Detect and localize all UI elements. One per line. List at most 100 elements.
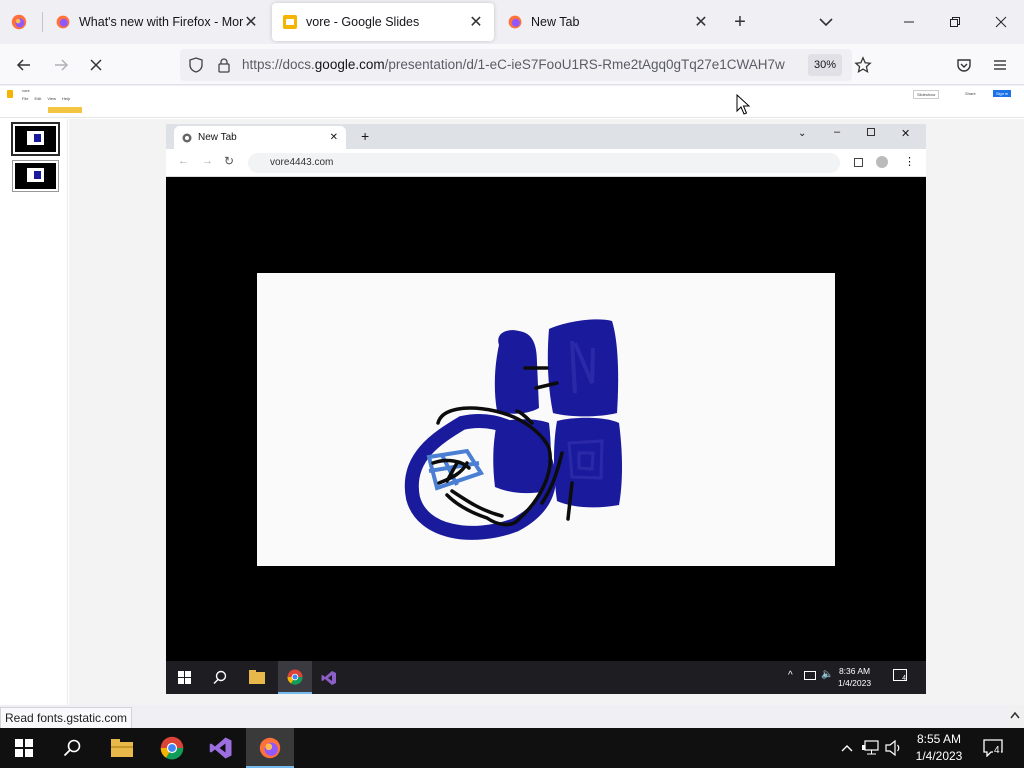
windows-taskbar: 8:55 AM 1/4/2023 4 — [0, 728, 1024, 768]
firefox-view-icon[interactable] — [10, 13, 28, 31]
tab-title: What's new with Firefox - More — [79, 15, 243, 29]
search-icon — [63, 739, 81, 757]
minimize-button[interactable] — [886, 0, 932, 44]
current-slide[interactable]: New Tab ✕ + ⌄ – ✕ ← → ↻ vore4443.com ⋮ ^… — [166, 124, 926, 694]
slide-chrome-restore-icon — [867, 128, 875, 136]
chrome-favicon-icon — [182, 133, 192, 142]
back-arrow-icon — [16, 59, 30, 71]
clock-date: 1/4/2023 — [915, 749, 963, 763]
scroll-up-arrow-icon — [1010, 711, 1020, 719]
slides-header: vore File Edit View Help Slideshow Share… — [0, 86, 1024, 118]
tab-google-slides[interactable]: vore - Google Slides ✕ — [272, 3, 494, 41]
slide-clock: 8:36 AM 1/4/2023 — [838, 665, 871, 689]
thumbnail-logo — [34, 134, 41, 142]
doc-title[interactable]: vore — [22, 88, 30, 93]
menu-file[interactable]: File — [22, 96, 28, 101]
slide-windows-start-icon — [178, 671, 191, 684]
slides-logo-icon[interactable] — [7, 90, 13, 98]
sign-in-button[interactable]: Sign in — [993, 90, 1012, 97]
slideshow-button[interactable]: Slideshow — [913, 90, 940, 99]
close-tab-icon[interactable]: ✕ — [693, 12, 709, 32]
slide-chrome-close-tab-icon: ✕ — [329, 132, 338, 143]
volume-button[interactable] — [885, 739, 903, 757]
hamburger-menu-icon — [994, 60, 1006, 70]
file-explorer-icon — [111, 739, 133, 757]
volume-icon — [885, 740, 900, 756]
visual-studio-taskbar-button[interactable] — [197, 728, 245, 768]
slide-chrome-address-bar: ← → ↻ vore4443.com ⋮ — [166, 149, 926, 177]
slide-time: 8:36 AM — [838, 666, 871, 676]
zoom-level-button[interactable]: 30% — [808, 54, 843, 76]
menu-view[interactable]: View — [47, 96, 56, 101]
navigation-toolbar: https://docs.google.com/presentation/d/1… — [0, 44, 1024, 85]
action-center-button[interactable]: 4 — [982, 739, 1006, 757]
toolbar-highlight[interactable] — [48, 107, 82, 113]
search-button[interactable] — [48, 728, 96, 768]
slide-chrome-dropdown-icon: ⌄ — [798, 128, 807, 139]
firefox-taskbar-button[interactable] — [246, 728, 294, 768]
tab-strip: What's new with Firefox - More ✕ vore - … — [0, 0, 1024, 44]
slide-chrome-profile-icon — [876, 156, 888, 168]
start-button[interactable] — [0, 728, 48, 768]
slide-chrome-tab-bar: New Tab ✕ + ⌄ – ✕ — [166, 124, 926, 149]
forward-arrow-icon — [55, 59, 69, 71]
firefox-favicon-icon — [56, 15, 70, 29]
slide-network-icon — [804, 671, 816, 680]
slide-chrome-menu-icon: ⋮ — [904, 156, 915, 168]
slide-tray-chevron-icon: ^ — [788, 670, 793, 681]
slide-file-explorer-icon — [249, 670, 265, 684]
chrome-taskbar-button[interactable] — [148, 728, 196, 768]
slide-chrome-url: vore4443.com — [270, 157, 334, 168]
back-button[interactable] — [12, 53, 36, 77]
close-window-button[interactable] — [978, 0, 1024, 44]
url-path: /presentation/d/1-eC-ieS7FooU1RS-Rme2tAg… — [384, 57, 785, 72]
tracking-protection-shield-icon[interactable] — [188, 57, 204, 73]
tab-separator — [42, 12, 43, 32]
tab-new-tab[interactable]: New Tab ✕ — [497, 3, 719, 41]
hand-drawn-logo-image — [257, 273, 835, 566]
menu-help[interactable]: Help — [62, 96, 70, 101]
slide-notification-icon: 4 — [893, 669, 907, 682]
taskbar-clock[interactable]: 8:55 AM 1/4/2023 — [910, 731, 968, 765]
chevron-up-icon — [841, 745, 853, 752]
url-text[interactable]: https://docs.google.com/presentation/d/1… — [242, 57, 797, 72]
close-tab-icon[interactable]: ✕ — [243, 12, 259, 32]
show-hidden-icons-button[interactable] — [838, 739, 856, 757]
scrollbar-up-button[interactable] — [1006, 705, 1024, 727]
pocket-icon — [957, 59, 971, 72]
thumbnail-logo — [34, 171, 41, 179]
url-bar[interactable]: https://docs.google.com/presentation/d/1… — [180, 49, 872, 81]
close-tab-icon[interactable]: ✕ — [468, 12, 484, 32]
slide-thumbnail-2[interactable] — [12, 160, 59, 192]
app-menu-button[interactable] — [988, 53, 1012, 77]
new-tab-button[interactable]: + — [729, 11, 751, 33]
drawing-canvas — [404, 319, 622, 540]
forward-button[interactable] — [49, 53, 73, 77]
slide-chrome-taskbar-button — [278, 661, 312, 694]
slide-thumbnail-1[interactable] — [11, 122, 60, 156]
thumbnail-image — [27, 168, 44, 182]
network-icon — [862, 740, 879, 755]
slide-windows-taskbar: ^ 🔈 8:36 AM 1/4/2023 4 — [166, 661, 926, 694]
slide-chrome-sidepanel-icon — [854, 158, 863, 167]
network-button[interactable] — [862, 739, 880, 757]
pocket-button[interactable] — [952, 53, 976, 77]
clock-time: 8:55 AM — [916, 732, 962, 746]
link-status-bar: Read fonts.gstatic.com — [0, 707, 133, 729]
slide-search-icon — [213, 670, 227, 684]
visual-studio-icon — [209, 737, 232, 759]
firefox-icon — [259, 737, 281, 759]
list-all-tabs-icon[interactable] — [815, 11, 837, 33]
mouse-cursor-icon — [736, 94, 750, 115]
slide-volume-icon: 🔈 — [821, 669, 834, 680]
bookmark-star-icon[interactable] — [854, 56, 872, 74]
restore-button[interactable] — [932, 0, 978, 44]
tab-whats-new[interactable]: What's new with Firefox - More ✕ — [45, 3, 269, 41]
slide-visual-studio-icon — [321, 671, 336, 685]
lock-icon[interactable] — [217, 57, 231, 73]
stop-loading-button[interactable] — [84, 53, 108, 77]
share-button[interactable]: Share — [965, 91, 976, 96]
slide-date: 1/4/2023 — [838, 678, 872, 688]
menu-edit[interactable]: Edit — [34, 96, 41, 101]
file-explorer-button[interactable] — [98, 728, 146, 768]
